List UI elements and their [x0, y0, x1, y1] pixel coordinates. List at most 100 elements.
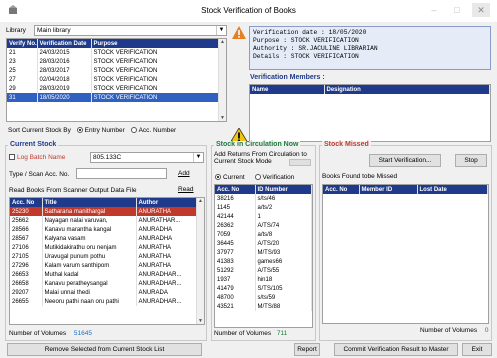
members-title: Verification Members : [250, 74, 325, 81]
table-cell: 29 [7, 84, 38, 93]
table-row[interactable]: 1937 hin18 [215, 275, 312, 284]
add-button[interactable]: Add [178, 170, 190, 177]
volumes-value: 711 [276, 330, 288, 337]
table-row[interactable]: 38216 s/ts/46 [215, 194, 312, 203]
table-row[interactable]: 26653 Muthal kadal ANURADHAR... [10, 270, 204, 279]
table-cell: 21 [7, 48, 38, 57]
table-row[interactable]: 1145 a/ts/2 [215, 203, 312, 212]
commit-verification-button[interactable]: Commit Verification Result to Master [334, 343, 458, 356]
table-row[interactable]: 28567 Kalyana vasam ANURADHA [10, 234, 204, 243]
table-cell: A/TS/74 [255, 221, 312, 230]
scroll-down-icon[interactable]: ▼ [219, 115, 226, 121]
col-purpose[interactable]: Purpose [91, 39, 226, 48]
circulation-mode-radios: Current Verification [215, 174, 294, 181]
table-row[interactable]: 25 28/03/2017 STOCK VERIFICATION [7, 66, 226, 75]
stop-button[interactable]: Stop [455, 154, 487, 167]
log-batch-select[interactable]: 805.133C ▼ [90, 152, 204, 163]
current-stock-grid[interactable]: Acc. No Title Author 25230 Satharana mani… [9, 197, 205, 325]
col-verification-date[interactable]: Verification Date [37, 39, 92, 48]
volumes-label: Number of Volumes [420, 327, 478, 334]
radio-empty-icon [130, 127, 137, 133]
log-batch-checkbox[interactable]: Log Batch Name [9, 154, 65, 161]
volumes-value: 51645 [73, 330, 92, 337]
remove-selected-label: Remove Selected from Current Stock List [44, 346, 165, 353]
table-row[interactable]: 27296 Kalam varum santhipom ANURATHA [10, 261, 204, 270]
table-cell: A/TS/55 [255, 266, 312, 275]
read-label: Read Books From Scanner Output Data File [9, 187, 137, 194]
table-row[interactable]: 48700 s/ts/59 [215, 293, 312, 302]
maximize-button[interactable]: □ [448, 3, 466, 17]
table-row[interactable]: 25230 Satharana manithargal ANURATHA [10, 207, 204, 216]
table-row[interactable]: 36445 A/TS/20 [215, 239, 312, 248]
col-designation[interactable]: Designation [324, 85, 490, 94]
table-row[interactable]: 26658 Kanavu peratheysangal ANURADHAR... [10, 279, 204, 288]
table-cell: 1 [255, 212, 312, 221]
start-verification-button[interactable]: Start Verification... [369, 154, 441, 167]
table-cell: M/TS/93 [255, 248, 312, 257]
col-author[interactable]: Author [136, 198, 204, 207]
table-cell: Nayagan nalai varuvan, [42, 216, 137, 225]
table-row[interactable]: 29 28/03/2019 STOCK VERIFICATION [7, 84, 226, 93]
sort-entry-number-label: Entry Number [84, 127, 125, 134]
read-button[interactable]: Read [178, 186, 194, 193]
table-row[interactable]: 28566 Kanavu marantha kangal ANURADHA [10, 225, 204, 234]
table-row[interactable]: 27105 Uravugal punum pothu ANURATHA [10, 252, 204, 261]
table-row[interactable]: 26362 A/TS/74 [215, 221, 312, 230]
col-lost-date[interactable]: Lost Date [417, 185, 488, 194]
table-row[interactable]: 41479 S/TS/105 [215, 284, 312, 293]
table-cell: Kalyana vasam [42, 234, 137, 243]
sort-entry-number-radio[interactable]: Entry Number [76, 127, 125, 134]
col-acc-no[interactable]: Acc. No [323, 185, 360, 194]
table-row[interactable]: 29207 Malai unnai thedi ANURADA [10, 288, 204, 297]
table-cell: Muthal kadal [42, 270, 137, 279]
table-cell: 25230 [10, 207, 43, 216]
members-grid[interactable]: Name Designation [249, 84, 491, 142]
exit-button[interactable]: Exit [462, 343, 492, 356]
table-row[interactable]: 23 28/03/2016 STOCK VERIFICATION [7, 57, 226, 66]
current-stock-scrollbar[interactable]: ▲ ▼ [196, 198, 204, 324]
table-cell: STOCK VERIFICATION [91, 57, 226, 66]
table-row[interactable]: 42144 1 [215, 212, 312, 221]
mode-verification-radio[interactable]: Verification [254, 174, 294, 181]
table-row[interactable]: 51292 A/TS/55 [215, 266, 312, 275]
table-row[interactable]: 31 18/05/2020 STOCK VERIFICATION [7, 93, 226, 102]
verification-list[interactable]: Verify No. Verification Date Purpose 21 2… [6, 38, 227, 122]
volumes-value: 0 [484, 327, 489, 334]
table-cell: 26362 [215, 221, 256, 230]
sort-acc-number-radio[interactable]: Acc. Number [130, 127, 176, 134]
radio-selected-icon [215, 174, 221, 180]
col-id-number[interactable]: ID Number [255, 185, 312, 194]
table-cell: 18/05/2020 [37, 93, 92, 102]
col-acc-no[interactable]: Acc. No [10, 198, 43, 207]
table-row[interactable]: 25662 Nayagan nalai varuvan, ANURATHAR... [10, 216, 204, 225]
report-button[interactable]: Report [294, 343, 320, 356]
col-title[interactable]: Title [42, 198, 137, 207]
table-row[interactable]: 21 24/03/2015 STOCK VERIFICATION [7, 48, 226, 57]
table-row[interactable]: 27 02/04/2018 STOCK VERIFICATION [7, 75, 226, 84]
col-member-id[interactable]: Member ID [359, 185, 418, 194]
table-row[interactable]: 43521 M/TS/88 [215, 302, 312, 311]
table-row[interactable]: 7059 a/ts/8 [215, 230, 312, 239]
scroll-up-icon[interactable]: ▲ [197, 198, 204, 204]
table-cell: a/ts/8 [255, 230, 312, 239]
col-verify-no[interactable]: Verify No. [7, 39, 38, 48]
verification-list-scrollbar[interactable]: ▲ ▼ [218, 39, 226, 121]
scroll-up-icon[interactable]: ▲ [219, 39, 226, 45]
table-row[interactable]: 41383 games66 [215, 257, 312, 266]
minimize-button[interactable]: – [425, 3, 443, 17]
acc-no-input[interactable] [76, 168, 167, 179]
scroll-down-icon[interactable]: ▼ [197, 318, 204, 324]
library-select[interactable]: Main library ▼ [34, 25, 227, 36]
close-button[interactable]: ✕ [472, 3, 490, 17]
table-cell: 24/03/2015 [37, 48, 92, 57]
circulation-grid[interactable]: Acc. No ID Number 38216 s/ts/46 1145 a/ts/2… [214, 184, 313, 328]
table-row[interactable]: 27106 Mutikidakirathu oru nenjam ANURATHA [10, 243, 204, 252]
circulation-volumes: Number of Volumes 711 [214, 330, 287, 337]
col-name[interactable]: Name [250, 85, 325, 94]
col-acc-no[interactable]: Acc. No [215, 185, 256, 194]
stock-missed-grid[interactable]: Acc. No Member ID Lost Date [322, 184, 489, 324]
remove-selected-button[interactable]: Remove Selected from Current Stock List [7, 343, 202, 356]
table-row[interactable]: 26655 Neeoru pathi naan oru pathi ANURADHA… [10, 297, 204, 306]
mode-current-radio[interactable]: Current [215, 174, 245, 181]
table-row[interactable]: 37977 M/TS/93 [215, 248, 312, 257]
